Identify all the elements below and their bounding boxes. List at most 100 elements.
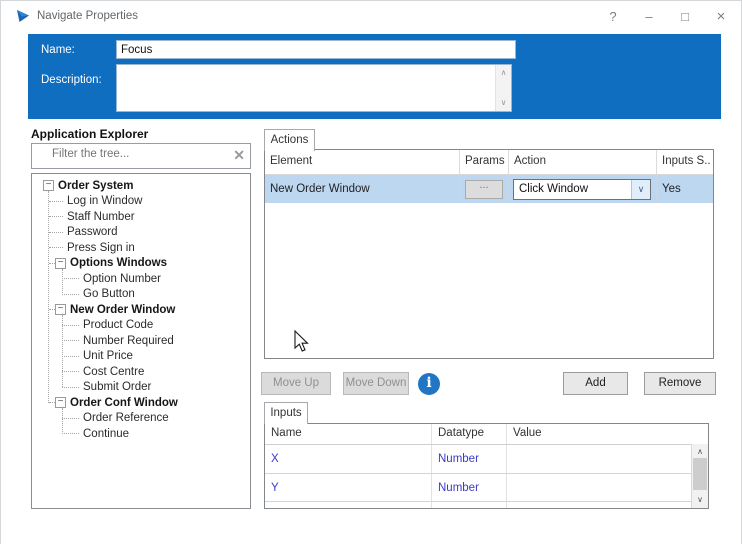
inputs-set-cell: Yes xyxy=(662,183,681,195)
scroll-up-icon[interactable]: ∧ xyxy=(496,69,511,77)
input-row-x[interactable]: X Number xyxy=(265,445,708,474)
help-button[interactable]: ? xyxy=(595,9,631,24)
description-field[interactable]: ∧ ∨ xyxy=(116,64,512,112)
tree-item-go-button[interactable]: Go Button xyxy=(32,287,250,303)
close-button[interactable]: × xyxy=(703,8,739,25)
tree-branch-stub xyxy=(62,355,79,357)
column-header-action: Action xyxy=(509,150,657,174)
column-header-inputs-set: Inputs S.. xyxy=(662,155,711,167)
scroll-down-icon[interactable]: ∨ xyxy=(496,99,511,107)
name-field[interactable] xyxy=(116,40,516,59)
tree-item-order-reference[interactable]: Order Reference xyxy=(32,411,250,427)
tree-branch-stub xyxy=(62,417,79,419)
tree-item-press-sign-in[interactable]: Press Sign in xyxy=(32,240,250,256)
tree-item-label: New Order Window xyxy=(70,303,176,316)
tree-item-label: Continue xyxy=(83,427,130,440)
tree-item-product-code[interactable]: Product Code xyxy=(32,318,250,334)
application-explorer-title: Application Explorer xyxy=(31,127,149,141)
tree-item-label: Order Conf Window xyxy=(70,396,178,409)
action-row-selected[interactable]: New Order Window ... Click Window ∨ Yes xyxy=(265,175,713,203)
tree-item-label: Product Code xyxy=(83,319,154,332)
tree-item-log-in-window[interactable]: Log in Window xyxy=(32,194,250,210)
minimize-button[interactable]: – xyxy=(631,9,667,24)
chevron-down-icon[interactable]: ∨ xyxy=(631,179,650,199)
collapse-icon[interactable]: − xyxy=(55,304,66,316)
clear-filter-icon[interactable]: ✕ xyxy=(233,147,245,164)
tree-item-option-number[interactable]: Option Number xyxy=(32,271,250,287)
scroll-up-icon[interactable]: ∧ xyxy=(692,448,708,456)
collapse-icon[interactable]: − xyxy=(55,257,66,269)
info-icon[interactable]: i xyxy=(418,373,440,395)
tree-item-label: Log in Window xyxy=(67,195,143,208)
navigate-properties-window: Navigate Properties ? – □ × Name: Descri… xyxy=(0,0,742,544)
tree-item-options-windows[interactable]: − Options Windows xyxy=(32,256,250,272)
tree-branch-stub xyxy=(62,340,79,342)
move-down-button[interactable]: Move Down xyxy=(343,372,409,395)
tab-inputs[interactable]: Inputs xyxy=(264,402,308,424)
tree-item-number-required[interactable]: Number Required xyxy=(32,333,250,349)
tree-branch-stub xyxy=(49,247,63,249)
tree-item-cost-centre[interactable]: Cost Centre xyxy=(32,364,250,380)
input-value-cell[interactable] xyxy=(507,502,692,508)
input-value-cell[interactable] xyxy=(507,445,692,473)
tree-branch-stub xyxy=(62,324,79,326)
tree-item-new-order-window[interactable]: − New Order Window xyxy=(32,302,250,318)
tree-branch-stub xyxy=(62,386,79,388)
actions-table-header: Element Params Action Inputs S.. xyxy=(265,150,713,175)
window-title: Navigate Properties xyxy=(37,10,138,22)
tree-item-submit-order[interactable]: Submit Order xyxy=(32,380,250,396)
description-scrollbar[interactable]: ∧ ∨ xyxy=(495,65,511,111)
collapse-icon[interactable]: − xyxy=(43,180,54,192)
action-element-cell: New Order Window xyxy=(265,175,460,203)
input-row-y[interactable]: Y Number xyxy=(265,474,708,502)
action-select[interactable]: Click Window ∨ xyxy=(513,178,651,200)
action-select-value: Click Window xyxy=(519,183,589,195)
inputs-scrollbar[interactable]: ∧ ∨ xyxy=(691,444,708,508)
collapse-icon[interactable]: − xyxy=(55,397,66,409)
filter-box: ✕ xyxy=(31,143,251,169)
tree-branch-stub xyxy=(62,433,79,435)
input-name-cell: Mouse Button xyxy=(265,502,432,508)
tree-item-label: Staff Number xyxy=(67,210,135,223)
tree-item-order-conf-window[interactable]: − Order Conf Window xyxy=(32,395,250,411)
input-row-mouse-button[interactable]: Mouse Button Text xyxy=(265,502,708,508)
inputs-table: Name Datatype Value X Number Y Number Mo… xyxy=(264,423,709,509)
tab-actions[interactable]: Actions xyxy=(264,129,315,151)
tree-item-label: Unit Price xyxy=(83,350,133,363)
title-bar: Navigate Properties ? – □ × xyxy=(1,1,741,31)
action-cell: Click Window ∨ xyxy=(509,175,657,203)
scroll-down-icon[interactable]: ∨ xyxy=(692,496,708,504)
tree-item-label: Order System xyxy=(58,179,134,192)
scrollbar-thumb[interactable] xyxy=(693,458,707,490)
tree-item-order-system[interactable]: − Order System xyxy=(32,178,250,194)
tree-branch-stub xyxy=(62,293,79,295)
application-tree: − Order System Log in Window Staff Numbe… xyxy=(31,173,251,509)
move-up-button[interactable]: Move Up xyxy=(261,372,331,395)
tree-item-label: Press Sign in xyxy=(67,241,135,254)
tree-item-label: Cost Centre xyxy=(83,365,145,378)
tree-branch-stub xyxy=(49,216,63,218)
remove-button[interactable]: Remove xyxy=(644,372,716,395)
tree-item-label: Options Windows xyxy=(70,257,167,270)
tree-item-label: Submit Order xyxy=(83,381,152,394)
column-header-name: Name xyxy=(265,424,432,444)
column-header-datatype: Datatype xyxy=(432,424,507,444)
input-name-cell: X xyxy=(265,445,432,473)
maximize-button[interactable]: □ xyxy=(667,9,703,24)
tree-item-continue[interactable]: Continue xyxy=(32,426,250,442)
input-datatype-cell: Number xyxy=(432,474,507,501)
description-label: Description: xyxy=(41,74,102,86)
tree-item-password[interactable]: Password xyxy=(32,225,250,241)
tree-item-unit-price[interactable]: Unit Price xyxy=(32,349,250,365)
input-name-cell: Y xyxy=(265,474,432,501)
tree-branch-stub xyxy=(49,200,63,202)
input-datatype-cell: Number xyxy=(432,445,507,473)
add-button[interactable]: Add xyxy=(563,372,628,395)
filter-input[interactable] xyxy=(50,147,214,161)
column-header-element: Element xyxy=(265,150,460,174)
actions-table: Element Params Action Inputs S.. New Ord… xyxy=(264,149,714,359)
params-ellipsis-button[interactable]: ... xyxy=(465,179,503,199)
tree-item-staff-number[interactable]: Staff Number xyxy=(32,209,250,225)
name-label: Name: xyxy=(41,44,75,56)
input-value-cell[interactable] xyxy=(507,474,692,501)
